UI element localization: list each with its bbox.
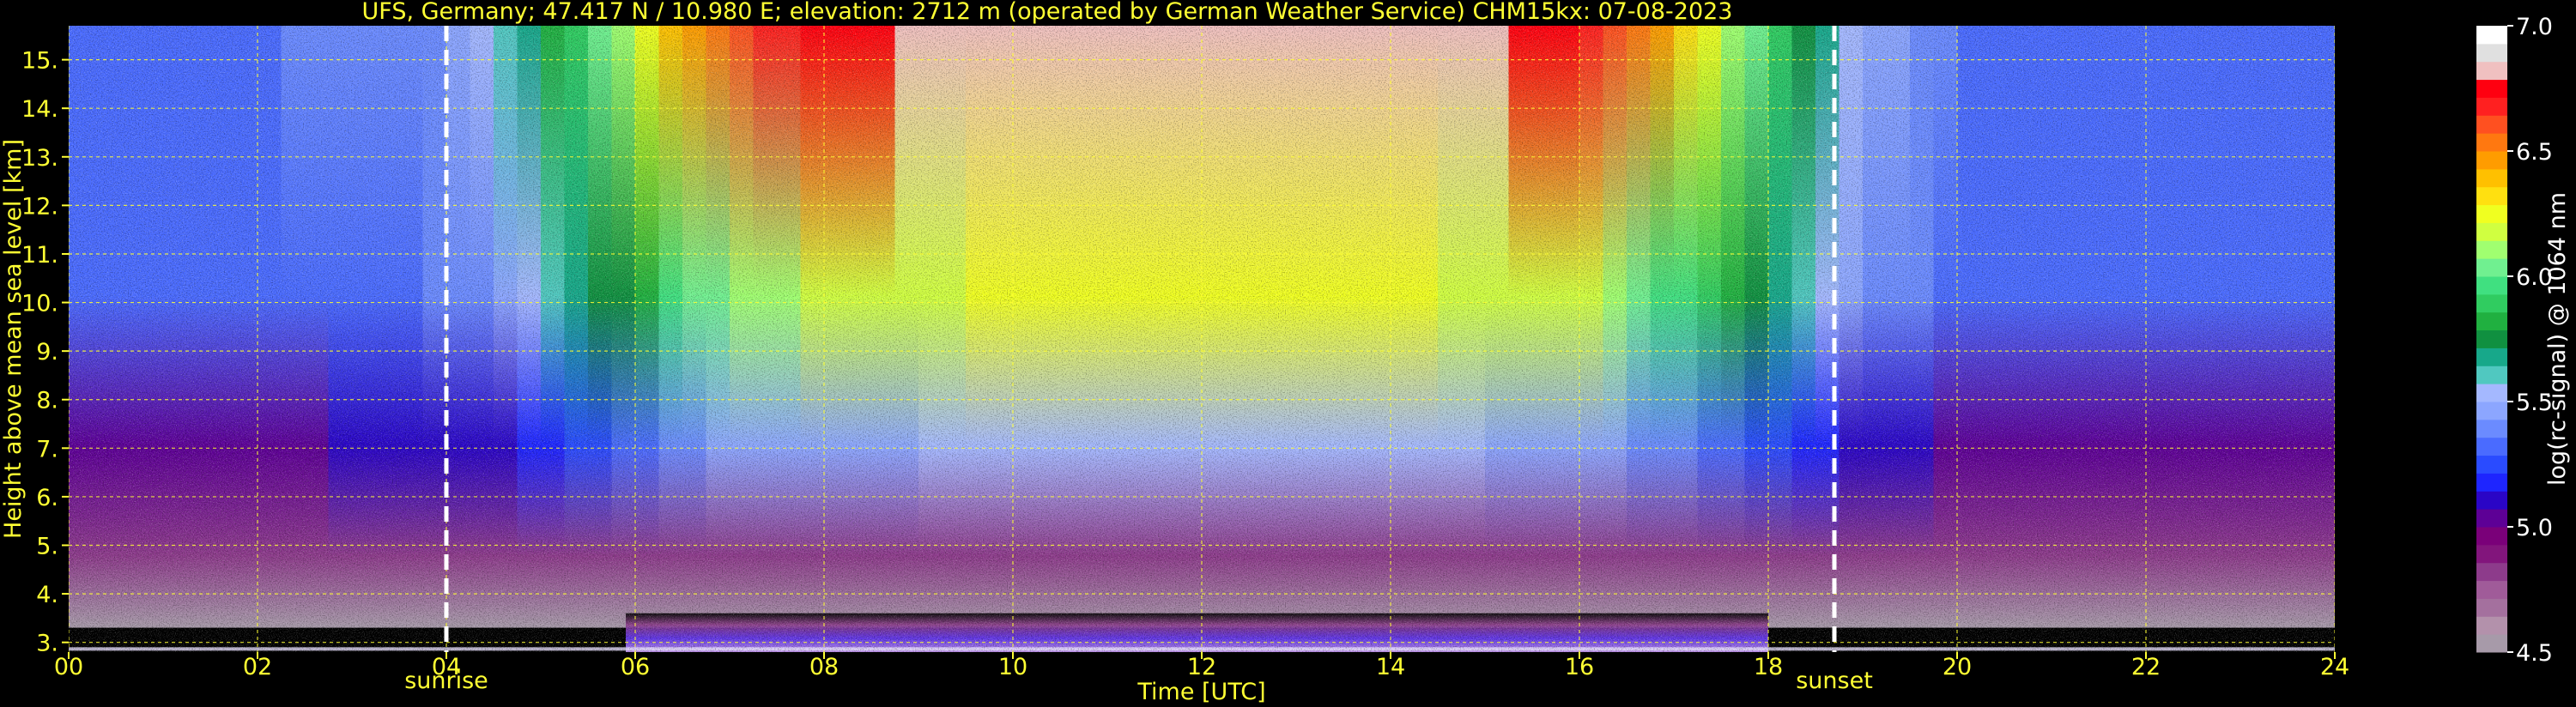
x-tick-label: 08 [809, 654, 839, 680]
colorbar-segment [2476, 133, 2507, 152]
colorbar-segment [2476, 347, 2507, 366]
ceilometer-figure: 00 02 04 06 08 10 12 14 16 18 20 22 24 3.4.5.6.7.8.9… [0, 0, 2571, 705]
colorbar-segment [2476, 491, 2507, 510]
colorbar-segment [2476, 527, 2507, 546]
y-tick-label: 10. [21, 291, 58, 317]
colorbar-segment [2476, 544, 2507, 564]
colorbar-segment [2476, 222, 2507, 241]
colorbar-segment [2476, 366, 2507, 384]
x-tick-label: 14 [1376, 654, 1405, 680]
x-axis-ticks: 00 02 04 06 08 10 12 14 16 18 20 22 24 [54, 652, 2349, 680]
x-tick-label: 18 [1754, 654, 1783, 680]
y-tick-label: 4. [36, 582, 58, 608]
colorbar-segment [2476, 168, 2507, 188]
y-tick-label: 7. [36, 436, 58, 462]
colorbar-tick-label: 5.0 [2516, 515, 2553, 541]
colorbar-segment [2476, 115, 2507, 134]
colorbar-segment [2476, 419, 2507, 438]
y-tick-label: 3. [36, 631, 58, 657]
colorbar-segment [2476, 240, 2507, 259]
colorbar-segment [2476, 580, 2507, 599]
colorbar-segment [2476, 598, 2507, 617]
chart-title: UFS, Germany; 47.417 N / 10.980 E; eleva… [362, 0, 1733, 25]
colorbar-segment [2476, 258, 2507, 277]
y-tick-label: 9. [36, 339, 58, 366]
x-tick-label: 10 [998, 654, 1027, 680]
colorbar-segment [2476, 151, 2507, 170]
colorbar-segment [2476, 276, 2507, 295]
colorbar-label: log(rc-signal) @ 1064 nm [2544, 192, 2571, 486]
colorbar-segment [2476, 402, 2507, 420]
y-tick-label: 11. [21, 242, 58, 269]
colorbar-segment [2476, 186, 2507, 206]
colorbar-tick-label: 7.0 [2516, 14, 2553, 40]
colorbar-segment [2476, 43, 2507, 63]
x-tick-label: 02 [243, 654, 272, 680]
colorbar-tick-label: 6.5 [2516, 139, 2553, 166]
x-tick-label: 22 [2131, 654, 2161, 680]
colorbar-segment [2476, 293, 2507, 313]
colorbar-segment [2476, 204, 2507, 223]
colorbar-segment [2476, 311, 2507, 331]
colorbar-segment [2476, 509, 2507, 528]
colorbar-segment [2476, 562, 2507, 582]
colorbar-segment [2476, 455, 2507, 474]
colorbar-segment [2476, 79, 2507, 98]
y-tick-label: 8. [36, 388, 58, 414]
x-tick-label: 12 [1187, 654, 1216, 680]
colorbar-segment [2476, 437, 2507, 456]
x-axis-label: Time [UTC] [1136, 679, 1265, 705]
x-tick-label: 06 [621, 654, 650, 680]
x-tick-label: 16 [1565, 654, 1594, 680]
y-tick-label: 13. [21, 145, 58, 172]
x-tick-label: 20 [1943, 654, 1972, 680]
sunset-label: sunset [1796, 668, 1873, 694]
y-tick-label: 6. [36, 485, 58, 511]
colorbar-segment [2476, 329, 2507, 348]
colorbar-segment [2476, 61, 2507, 81]
colorbar-segment [2476, 384, 2507, 402]
y-tick-label: 5. [36, 534, 58, 560]
colorbar [2476, 26, 2507, 653]
y-tick-label: 14. [21, 96, 58, 123]
y-axis-ticks: 3. 4. 5. 6. 7. 8. 9. 10. 11. 12. 13. 14. 15. [21, 48, 69, 657]
x-tick-label: 24 [2320, 654, 2349, 680]
y-axis-label: Height above mean sea level [km] [0, 139, 27, 539]
sunrise-label: sunrise [404, 668, 488, 694]
x-tick-label: 00 [54, 654, 83, 680]
colorbar-segment [2476, 634, 2507, 653]
colorbar-segment [2476, 473, 2507, 492]
colorbar-segment [2476, 26, 2507, 45]
y-tick-label: 12. [21, 193, 58, 220]
y-tick-label: 15. [21, 48, 58, 75]
dark-speckle [69, 26, 2335, 652]
colorbar-segment [2476, 616, 2507, 635]
plot-area [69, 26, 2335, 652]
colorbar-segment [2476, 97, 2507, 116]
colorbar-tick-label: 4.5 [2516, 640, 2553, 667]
